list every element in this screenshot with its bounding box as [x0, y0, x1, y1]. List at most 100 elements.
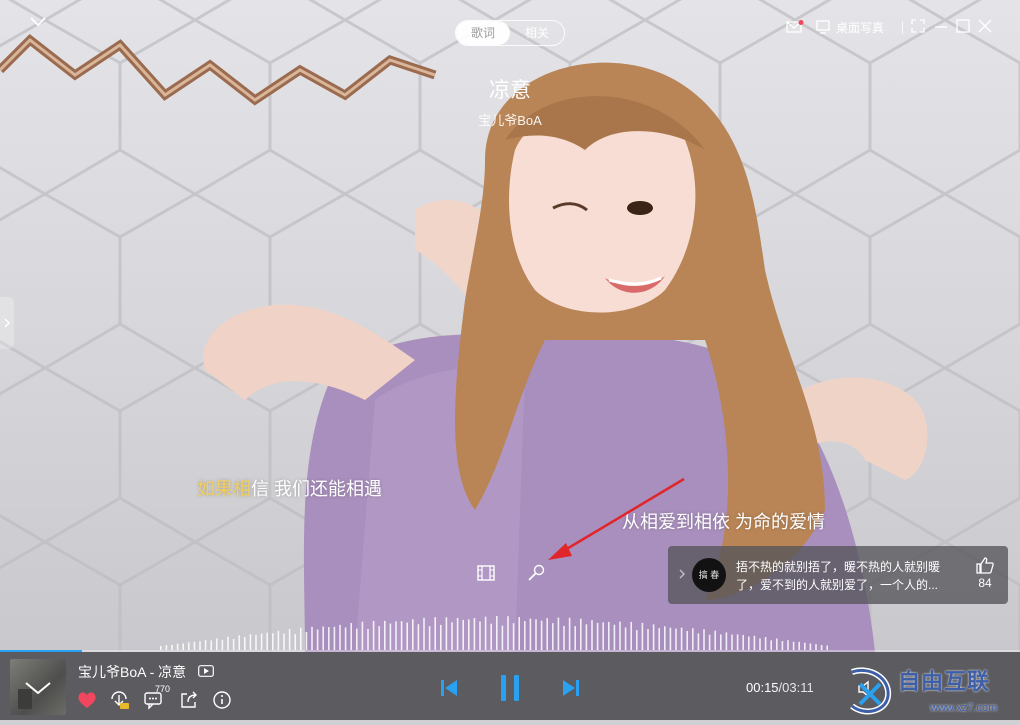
- spectrum-bar: [456, 618, 459, 650]
- spectrum-bar: [574, 626, 576, 650]
- watermark-text: 自由互联: [898, 669, 991, 694]
- spectrum-bar: [199, 641, 201, 650]
- like-count: 84: [978, 576, 992, 590]
- spectrum-bar: [451, 622, 453, 650]
- microphone-icon[interactable]: [526, 563, 546, 583]
- chevron-down-icon: [18, 682, 51, 709]
- watermark-logo: [850, 667, 892, 715]
- spectrum-bar: [484, 616, 487, 650]
- comment-text: 捂不热的就别捂了，暖不热的人就别暖了，爱不到的人就别爱了，一个人的...: [736, 560, 941, 592]
- spectrum-bar: [585, 624, 588, 650]
- tab-related[interactable]: 相关: [510, 21, 564, 45]
- song-title: 凉意: [489, 79, 531, 102]
- fullscreen-icon[interactable]: [910, 18, 926, 34]
- spectrum-bar: [552, 623, 554, 650]
- spectrum-bar: [736, 634, 739, 650]
- spectrum-bar: [277, 630, 280, 650]
- spectrum-bar: [316, 629, 319, 650]
- spectrum-bar: [731, 634, 733, 650]
- current-time: 00:15: [746, 680, 779, 695]
- info-icon[interactable]: [211, 689, 233, 711]
- spectrum-bar: [311, 626, 313, 650]
- spectrum-bar: [725, 632, 728, 650]
- minimize-icon[interactable]: [933, 18, 949, 34]
- playback-time: 00:15/03:11: [746, 680, 814, 695]
- spectrum-bar: [468, 619, 470, 650]
- spectrum-bar: [568, 617, 571, 650]
- commenter-avatar[interactable]: 搞 春: [692, 558, 726, 592]
- previous-track-icon[interactable]: [439, 677, 459, 699]
- spectrum-bar: [216, 638, 218, 650]
- comment-count-badge: 770: [155, 684, 171, 694]
- album-cover[interactable]: [10, 659, 66, 715]
- spectrum-bar: [300, 627, 302, 650]
- spectrum-bar: [792, 641, 795, 650]
- spectrum-bar: [350, 623, 352, 650]
- spectrum-bar: [714, 630, 716, 650]
- side-panel-toggle[interactable]: [0, 297, 14, 349]
- spectrum-bar: [266, 632, 268, 650]
- close-icon[interactable]: [977, 18, 993, 34]
- message-button[interactable]: [786, 16, 806, 38]
- spectrum-bar: [333, 626, 336, 650]
- spectrum-bar: [479, 621, 481, 650]
- spectrum-bar: [557, 617, 560, 650]
- spectrum-bar: [490, 623, 492, 650]
- spectrum-bar: [496, 616, 498, 650]
- tab-lyrics[interactable]: 歌词: [456, 21, 510, 45]
- total-duration: /03:11: [778, 680, 814, 695]
- spectrum-bar: [742, 634, 744, 650]
- spectrum-bar: [753, 635, 756, 650]
- view-tabs: 歌词 相关: [455, 20, 565, 46]
- heart-icon[interactable]: [76, 689, 98, 711]
- spectrum-bar: [204, 640, 207, 650]
- spectrum-bar: [462, 619, 464, 650]
- spectrum-bar: [188, 642, 190, 650]
- spectrum-bar: [692, 628, 694, 650]
- pause-icon[interactable]: [497, 672, 523, 704]
- spectrum-bar: [748, 636, 750, 650]
- film-icon[interactable]: [476, 563, 496, 583]
- audio-spectrum: [160, 616, 828, 650]
- spectrum-bar: [356, 628, 358, 650]
- spectrum-bar: [507, 616, 509, 650]
- spectrum-bar: [272, 633, 274, 650]
- spectrum-bar: [675, 628, 677, 650]
- lyric-line-current: 如果相信 我们还能相遇: [197, 475, 382, 501]
- progress-track[interactable]: [0, 650, 1020, 652]
- now-playing-title[interactable]: 宝儿爷BoA - 凉意: [78, 662, 186, 682]
- share-icon[interactable]: [178, 689, 200, 711]
- spectrum-bar: [546, 618, 548, 650]
- song-artist[interactable]: 宝儿爷BoA: [0, 110, 1020, 129]
- progress-fill: [0, 650, 82, 652]
- spectrum-bar: [210, 640, 212, 650]
- spectrum-bar: [473, 617, 476, 650]
- spectrum-bar: [759, 638, 761, 650]
- spectrum-bar: [602, 622, 604, 650]
- spectrum-bar: [182, 643, 184, 650]
- spectrum-bar: [389, 623, 392, 650]
- spectrum-bar: [680, 627, 683, 650]
- spectrum-bar: [400, 621, 403, 650]
- spectrum-bar: [249, 634, 252, 650]
- spectrum-bar: [720, 634, 722, 650]
- spectrum-bar: [529, 618, 532, 650]
- spectrum-bar: [322, 626, 324, 650]
- hot-comment-card[interactable]: 搞 春 捂不热的就别捂了，暖不热的人就别暖了，爱不到的人就别爱了，一个人的...…: [668, 546, 1008, 604]
- next-track-icon[interactable]: [561, 677, 581, 699]
- spectrum-bar: [412, 619, 414, 650]
- spectrum-bar: [764, 637, 767, 650]
- spectrum-bar: [580, 618, 582, 650]
- thumbs-up-icon[interactable]: [974, 556, 996, 574]
- spectrum-bar: [669, 627, 672, 650]
- spectrum-bar: [255, 634, 257, 650]
- download-icon[interactable]: [108, 689, 130, 711]
- spectrum-bar: [288, 629, 291, 650]
- spectrum-bar: [395, 621, 397, 650]
- desktop-photo-button[interactable]: 桌面写真: [816, 16, 896, 38]
- maximize-icon[interactable]: [955, 18, 971, 34]
- chevron-down-icon[interactable]: [28, 14, 48, 30]
- spectrum-bar: [787, 640, 789, 650]
- mv-play-icon[interactable]: [198, 665, 214, 677]
- spectrum-bar: [686, 630, 688, 650]
